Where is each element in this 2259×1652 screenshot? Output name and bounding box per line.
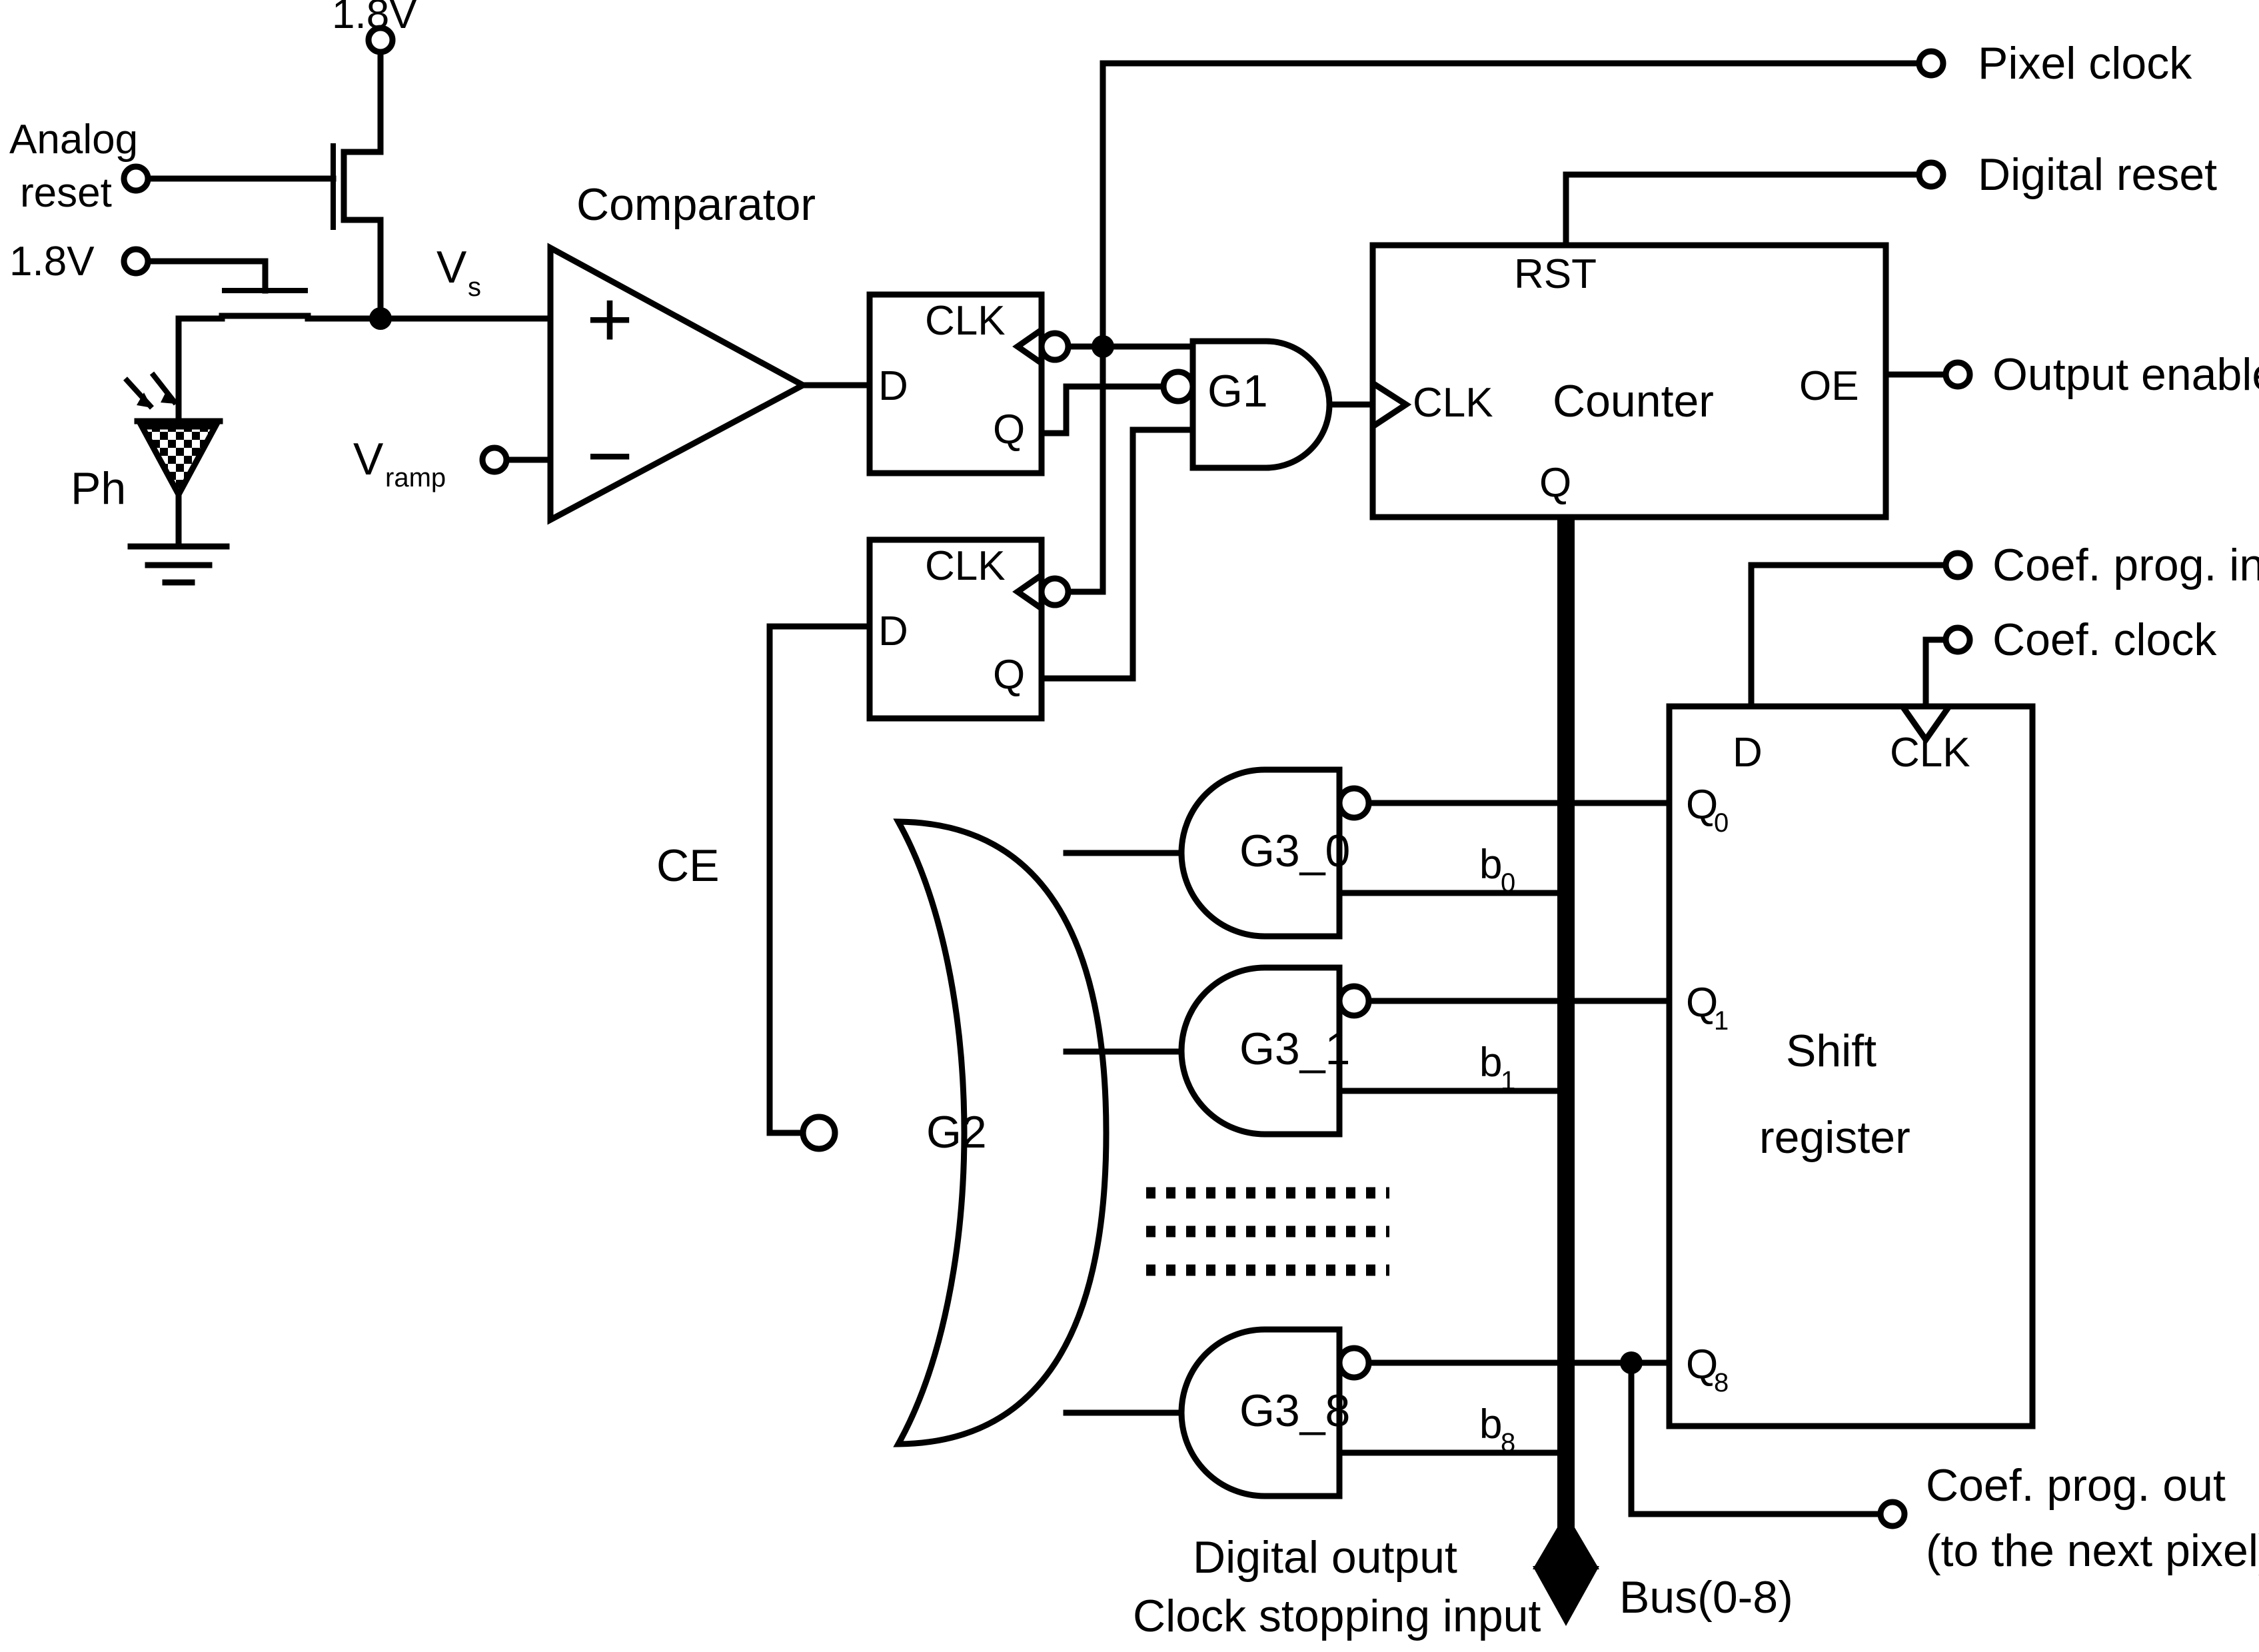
g1-label: G1 xyxy=(1207,366,1268,416)
supply-label-top: 1.8V xyxy=(332,0,417,37)
shift-register-q8 xyxy=(1349,1351,1908,1529)
ff1-clk-label: CLK xyxy=(925,298,1006,344)
ff2-q-label: Q xyxy=(993,652,1025,698)
output-enable-label: Output enable xyxy=(1992,349,2259,400)
transfer-transistor xyxy=(175,288,384,369)
ce-routing xyxy=(766,623,806,1136)
vramp-label: V xyxy=(353,434,384,484)
coef-prog-in-label: Coef. prog. in xyxy=(1992,540,2259,590)
counter-oe-label: OE xyxy=(1799,363,1859,409)
g2-label: G2 xyxy=(926,1107,987,1158)
counter-q-label: Q xyxy=(1539,460,1571,506)
circuit-schematic: Analog reset 1.8V 1.8V V s Ph Comparator… xyxy=(9,0,2259,1641)
ff1-q-label: Q xyxy=(993,407,1025,452)
ce-label: CE xyxy=(656,840,719,891)
g3-1-bit-sub: 1 xyxy=(1501,1066,1515,1096)
digital-bus xyxy=(1533,517,1599,1626)
g3-1-bit-label: b xyxy=(1479,1040,1502,1086)
shift-register-d-label: D xyxy=(1733,730,1763,776)
comparator-minus-sign: − xyxy=(586,411,633,500)
counter-clk-label: CLK xyxy=(1413,380,1493,426)
photodiode xyxy=(123,362,223,550)
vramp-label-sub: ramp xyxy=(385,463,446,492)
shift-register-q0-label: Q xyxy=(1686,782,1718,828)
shift-register-title-line2: register xyxy=(1759,1112,1910,1163)
analog-reset-terminal xyxy=(121,163,151,194)
shift-register-q1-sub: 1 xyxy=(1714,1006,1729,1036)
supply-terminal-gate xyxy=(121,246,269,294)
coef-prog-out-label-line2: (to the next pixel) xyxy=(1926,1525,2259,1576)
ff1-d-label: D xyxy=(878,363,908,409)
vs-label-sub: s xyxy=(468,273,481,302)
g3-0-bit-sub: 0 xyxy=(1501,868,1515,898)
schematic-canvas: Analog reset 1.8V 1.8V V s Ph Comparator… xyxy=(0,0,2259,1652)
counter-rst-label: RST xyxy=(1514,251,1597,297)
coef-prog-out-label-line1: Coef. prog. out xyxy=(1926,1460,2226,1511)
analog-reset-label-line1: Analog xyxy=(9,117,138,163)
shift-register-title-line1: Shift xyxy=(1786,1026,1877,1076)
ff2-d-label: D xyxy=(878,608,908,654)
shift-register-q1-label: Q xyxy=(1686,980,1718,1026)
ellipsis-dots xyxy=(1146,1187,1389,1276)
shift-register-clk-label: CLK xyxy=(1890,730,1970,776)
shift-register-q8-label: Q xyxy=(1686,1341,1718,1387)
digital-reset-terminal xyxy=(1916,159,1946,190)
g3-1-label: G3_1 xyxy=(1239,1024,1350,1074)
vramp-terminal xyxy=(479,444,510,475)
g3-0-label: G3_0 xyxy=(1239,826,1350,876)
clock-stopping-input-label: Clock stopping input xyxy=(1133,1591,1541,1641)
pixel-clock-label: Pixel clock xyxy=(1978,38,2192,89)
coef-clock-label: Coef. clock xyxy=(1992,614,2217,665)
photodiode-label: Ph xyxy=(71,463,126,514)
digital-reset-label: Digital reset xyxy=(1978,149,2217,200)
output-enable-routing xyxy=(1882,359,1973,390)
g3-0-bit-label: b xyxy=(1479,842,1502,888)
ground-symbol xyxy=(127,543,230,586)
counter-title: Counter xyxy=(1553,376,1714,426)
g3-8-label: G3_8 xyxy=(1239,1385,1350,1436)
vs-label: V xyxy=(436,242,467,293)
comparator-plus-sign: + xyxy=(586,275,633,364)
pixel-clock-routing xyxy=(1065,60,1922,358)
shift-register-q8-sub: 8 xyxy=(1714,1368,1729,1397)
supply-label-gate: 1.8V xyxy=(9,239,95,285)
comparator xyxy=(503,243,810,525)
analog-reset-label-line2: reset xyxy=(20,170,112,216)
bus-label: Bus(0-8) xyxy=(1619,1572,1793,1623)
coef-clock-routing xyxy=(1922,624,1973,710)
shift-register-q0-sub: 0 xyxy=(1714,808,1729,838)
digital-reset-routing xyxy=(1563,171,1922,249)
supply-terminal-top xyxy=(365,25,396,155)
comparator-label: Comparator xyxy=(576,179,816,230)
digital-output-label: Digital output xyxy=(1193,1532,1457,1583)
vs-node xyxy=(369,307,554,330)
ff2-clk-label: CLK xyxy=(925,543,1006,589)
coef-prog-in-routing xyxy=(1748,550,1973,710)
pixel-clock-terminal xyxy=(1916,48,1946,79)
g3-8-bit-sub: 8 xyxy=(1501,1428,1515,1457)
g3-8-bit-label: b xyxy=(1479,1401,1502,1447)
